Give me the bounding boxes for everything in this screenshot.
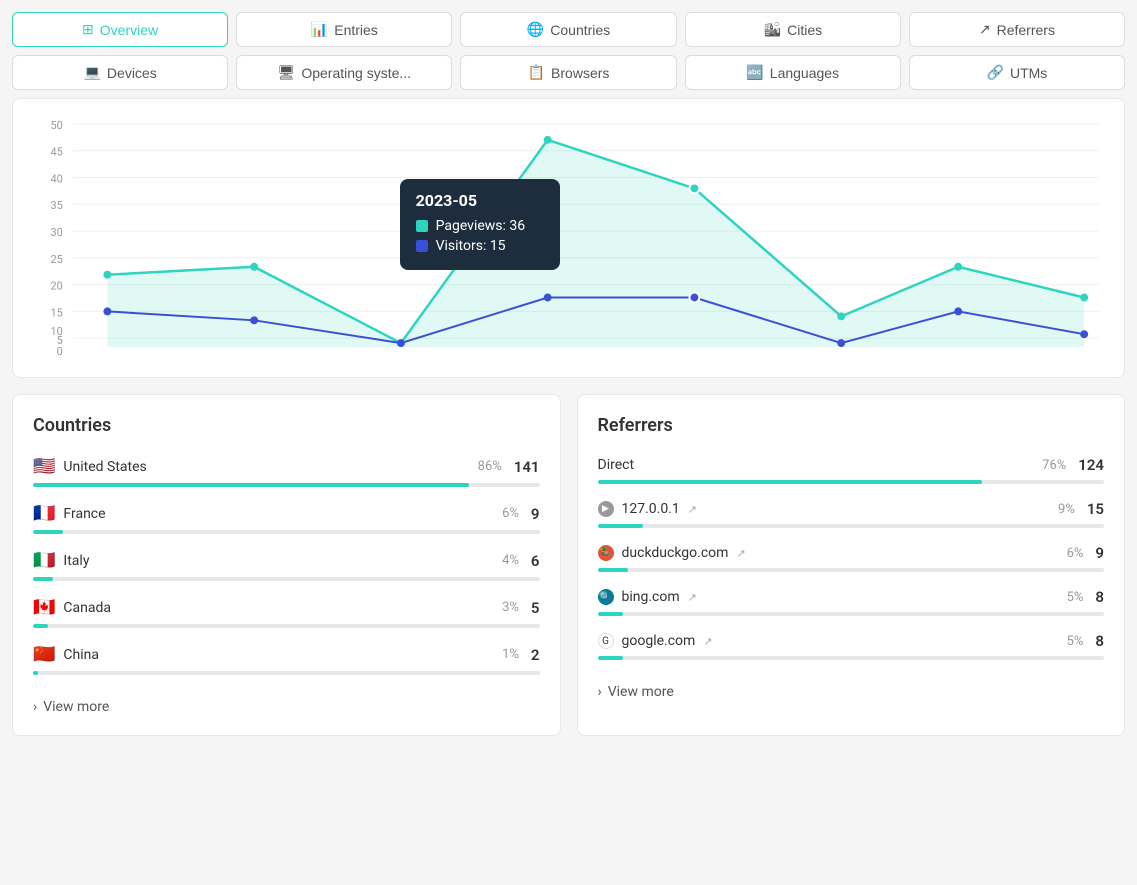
referrers-title: Referrers bbox=[598, 415, 1105, 436]
cities-icon: 🏙 bbox=[763, 21, 781, 38]
svg-text:20: 20 bbox=[51, 280, 63, 293]
tab-browsers[interactable]: 📋 Browsers bbox=[460, 55, 676, 90]
external-link-icon-3[interactable]: ↗ bbox=[688, 591, 697, 604]
referrers-view-more[interactable]: › View more bbox=[598, 676, 1105, 700]
localhost-icon: ▶ bbox=[598, 501, 614, 517]
countries-view-more[interactable]: › View more bbox=[33, 691, 540, 715]
pv-point-1 bbox=[250, 263, 258, 271]
tab-languages[interactable]: 🔤 Languages bbox=[685, 55, 901, 90]
country-row-ca: 🇨🇦 Canada 3% 5 bbox=[33, 597, 540, 628]
pv-point-4 bbox=[689, 183, 699, 193]
referrer-row-ddg: 🦆 duckduckgo.com ↗ 6% 9 bbox=[598, 544, 1105, 572]
browsers-icon: 📋 bbox=[528, 64, 545, 81]
svg-text:40: 40 bbox=[51, 172, 63, 185]
google-icon: G bbox=[598, 633, 614, 649]
country-row-it: 🇮🇹 Italy 4% 6 bbox=[33, 550, 540, 581]
vis-point-4 bbox=[689, 293, 699, 303]
chevron-right-icon: › bbox=[33, 699, 37, 715]
tab-utms[interactable]: 🔗 UTMs bbox=[909, 55, 1125, 90]
progress-ddg bbox=[598, 568, 628, 572]
referrer-row-bing: 🔍 bing.com ↗ 5% 8 bbox=[598, 588, 1105, 616]
flag-ca: 🇨🇦 bbox=[33, 597, 55, 618]
svg-text:2023-05: 2023-05 bbox=[675, 355, 715, 357]
tab-cities[interactable]: 🏙 Cities bbox=[685, 12, 901, 47]
vis-point-2 bbox=[397, 339, 405, 347]
svg-text:2023-01: 2023-01 bbox=[88, 355, 128, 357]
svg-text:45: 45 bbox=[51, 146, 63, 159]
pv-point-5 bbox=[837, 312, 845, 320]
svg-text:15: 15 bbox=[51, 306, 63, 319]
vis-point-0 bbox=[103, 307, 111, 315]
tabs-row-2: 💻 Devices 🖥 Operating syste... 📋 Browser… bbox=[12, 55, 1125, 90]
country-row-fr: 🇫🇷 France 6% 9 bbox=[33, 503, 540, 534]
countries-title: Countries bbox=[33, 415, 540, 436]
countries-panel: Countries 🇺🇸 United States 86% 141 bbox=[12, 394, 561, 736]
progress-bing bbox=[598, 612, 623, 616]
vis-point-3 bbox=[544, 294, 552, 302]
external-link-icon-2[interactable]: ↗ bbox=[736, 547, 745, 560]
svg-text:25: 25 bbox=[51, 253, 63, 266]
pv-point-6 bbox=[954, 263, 962, 271]
pv-point-3 bbox=[544, 136, 552, 144]
svg-text:2023-08: 2023-08 bbox=[1064, 355, 1104, 357]
panels-row: Countries 🇺🇸 United States 86% 141 bbox=[12, 394, 1125, 736]
referrer-row-direct: Direct 76% 124 bbox=[598, 456, 1105, 484]
progress-us bbox=[33, 483, 469, 487]
utms-icon: 🔗 bbox=[987, 64, 1004, 81]
languages-icon: 🔤 bbox=[746, 64, 763, 81]
tab-entries[interactable]: 📊 Entries bbox=[236, 12, 452, 47]
vis-point-6 bbox=[954, 307, 962, 315]
progress-localhost bbox=[598, 524, 644, 528]
country-row-us: 🇺🇸 United States 86% 141 bbox=[33, 456, 540, 487]
tab-overview[interactable]: ⊞ Overview bbox=[12, 12, 228, 47]
referrers-icon: ↗ bbox=[979, 21, 991, 38]
flag-us: 🇺🇸 bbox=[33, 456, 55, 477]
pv-point-0 bbox=[103, 271, 111, 279]
progress-it bbox=[33, 577, 53, 581]
tab-referrers[interactable]: ↗ Referrers bbox=[909, 12, 1125, 47]
progress-fr bbox=[33, 530, 63, 534]
progress-cn bbox=[33, 671, 38, 675]
external-link-icon-1[interactable]: ↗ bbox=[688, 503, 697, 516]
svg-text:35: 35 bbox=[51, 199, 63, 212]
countries-icon: 🌐 bbox=[527, 21, 544, 38]
svg-text:30: 30 bbox=[51, 226, 63, 239]
svg-text:2023-07: 2023-07 bbox=[938, 355, 978, 357]
svg-text:50: 50 bbox=[51, 119, 63, 132]
svg-text:2023-04: 2023-04 bbox=[528, 355, 568, 357]
external-link-icon-4[interactable]: ↗ bbox=[703, 635, 712, 648]
progress-ca bbox=[33, 624, 48, 628]
vis-point-7 bbox=[1080, 330, 1088, 338]
devices-icon: 💻 bbox=[83, 64, 100, 81]
tabs-row-1: ⊞ Overview 📊 Entries 🌐 Countries 🏙 Citie… bbox=[12, 12, 1125, 47]
entries-icon: 📊 bbox=[311, 21, 328, 38]
svg-text:0: 0 bbox=[57, 345, 63, 357]
referrer-row-google: G google.com ↗ 5% 8 bbox=[598, 632, 1105, 660]
referrers-panel: Referrers Direct 76% 124 bbox=[577, 394, 1126, 736]
svg-text:2023-03: 2023-03 bbox=[381, 355, 421, 357]
svg-text:2023-06: 2023-06 bbox=[821, 355, 861, 357]
tab-os[interactable]: 🖥 Operating syste... bbox=[236, 55, 452, 90]
chart-container: 50 45 40 35 30 25 20 15 10 5 0 bbox=[12, 98, 1125, 378]
vis-point-5 bbox=[837, 339, 845, 347]
flag-cn: 🇨🇳 bbox=[33, 644, 55, 665]
chart-svg: 50 45 40 35 30 25 20 15 10 5 0 bbox=[33, 119, 1104, 357]
chevron-right-icon-ref: › bbox=[598, 684, 602, 700]
ddg-icon: 🦆 bbox=[598, 545, 614, 561]
vis-point-1 bbox=[250, 316, 258, 324]
country-row-cn: 🇨🇳 China 1% 2 bbox=[33, 644, 540, 675]
tab-countries[interactable]: 🌐 Countries bbox=[460, 12, 676, 47]
flag-it: 🇮🇹 bbox=[33, 550, 55, 571]
tab-devices[interactable]: 💻 Devices bbox=[12, 55, 228, 90]
bing-icon: 🔍 bbox=[598, 589, 614, 605]
flag-fr: 🇫🇷 bbox=[33, 503, 55, 524]
progress-google bbox=[598, 656, 623, 660]
progress-direct bbox=[598, 480, 983, 484]
svg-text:2023-02: 2023-02 bbox=[234, 355, 274, 357]
os-icon: 🖥 bbox=[278, 64, 296, 81]
overview-icon: ⊞ bbox=[82, 21, 94, 38]
pv-point-7 bbox=[1080, 294, 1088, 302]
referrer-row-localhost: ▶ 127.0.0.1 ↗ 9% 15 bbox=[598, 500, 1105, 528]
